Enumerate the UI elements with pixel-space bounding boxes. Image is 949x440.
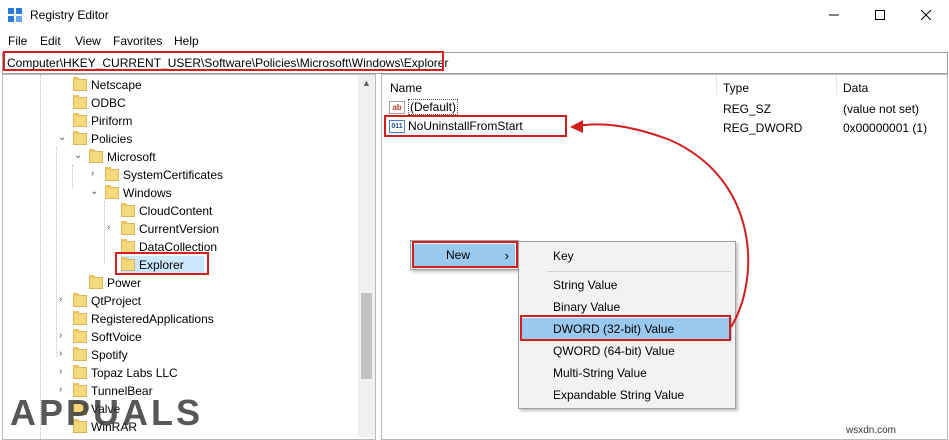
watermark-logo: APPUALS — [10, 392, 204, 433]
source-label: wsxdn.com — [846, 425, 897, 436]
annotation-arrow — [570, 120, 750, 328]
